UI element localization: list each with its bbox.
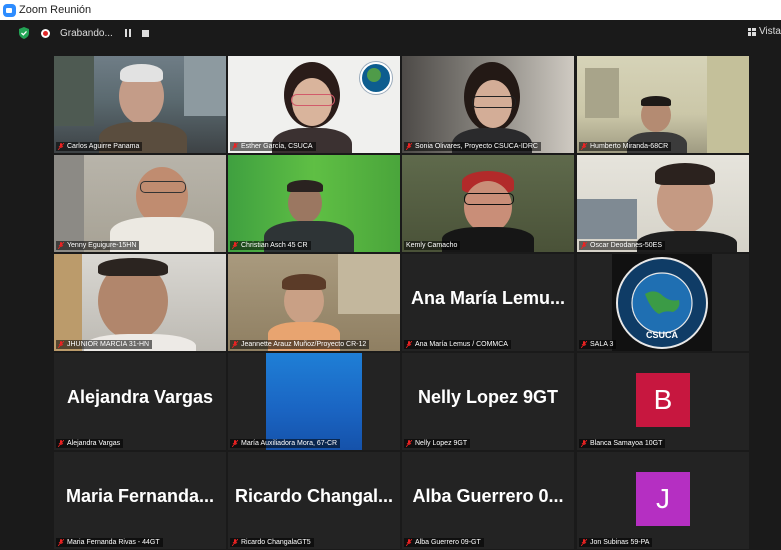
meeting-toolbar: Grabando... Vista (0, 20, 781, 46)
video-tile[interactable]: Humberto Miranda-68CR (577, 56, 749, 153)
active-speaker-tile[interactable]: Kemly Camacho (402, 155, 574, 252)
participant-name: Jeannette Arauz Muñoz/Proyecto CR-12 (230, 340, 370, 349)
participant-display-name: Ricardo Changal... (234, 486, 394, 506)
participant-name: Nelly Lopez 9GT (404, 439, 471, 448)
video-tile[interactable]: Maria Fernanda... Maria Fernanda Rivas -… (54, 452, 226, 549)
participant-name: SALA 3 (579, 340, 617, 349)
mic-muted-icon (581, 341, 587, 348)
participant-name: Kemly Camacho (404, 241, 461, 250)
video-tile[interactable]: Alba Guerrero 0... Alba Guerrero 09-GT (402, 452, 574, 549)
participant-name: María Auxiliadora Mora, 67-CR (230, 439, 341, 448)
view-button[interactable]: Vista (747, 26, 781, 37)
zoom-logo-icon (3, 3, 16, 17)
mic-muted-icon (58, 242, 64, 249)
video-tile[interactable]: Ricardo Changal... Ricardo ChangalaGT5 (228, 452, 400, 549)
participant-display-name: Maria Fernanda... (65, 486, 215, 506)
mic-muted-icon (232, 242, 238, 249)
video-tile[interactable]: J Jon Subinas 59-PA (577, 452, 749, 549)
participant-name: Carlos Aguirre Panama (56, 142, 143, 151)
pause-recording-button[interactable] (124, 29, 133, 37)
mic-muted-icon (581, 539, 587, 546)
video-tile[interactable]: Carlos Aguirre Panama (54, 56, 226, 153)
video-tile[interactable]: Yenny Eguigure-15HN (54, 155, 226, 252)
video-tile[interactable]: Ana María Lemu... Ana María Lemus / COMM… (402, 254, 574, 351)
csuca-logo: CSUCA (616, 257, 708, 349)
mic-muted-icon (232, 341, 238, 348)
window-title: Zoom Reunión (19, 4, 92, 16)
avatar: J (636, 472, 690, 526)
video-tile[interactable]: Oscar Deodanes-50ES (577, 155, 749, 252)
video-tile[interactable]: B Blanca Samayoa 10GT (577, 353, 749, 450)
mic-muted-icon (581, 242, 587, 249)
mic-muted-icon (232, 440, 238, 447)
video-tile[interactable]: CSUCA SALA 3 (577, 254, 749, 351)
mic-muted-icon (581, 143, 587, 150)
participant-display-name: Ana María Lemu... (410, 288, 566, 308)
video-tile[interactable]: Sonia Olivares, Proyecto CSUCA-IDRC (402, 56, 574, 153)
logo-text: CSUCA (646, 330, 679, 340)
mic-muted-icon (406, 143, 412, 150)
participant-name: JHUNIOR MARCIA 31-HN (56, 340, 153, 349)
mic-muted-icon (581, 440, 587, 447)
mic-muted-icon (58, 440, 64, 447)
mic-muted-icon (406, 539, 412, 546)
participant-display-name: Nelly Lopez 9GT (417, 387, 559, 407)
participant-name: Yenny Eguigure-15HN (56, 241, 140, 250)
participant-name: Jon Subinas 59-PA (579, 538, 653, 547)
video-tile[interactable]: María Auxiliadora Mora, 67-CR (228, 353, 400, 450)
participant-name: Blanca Samayoa 10GT (579, 439, 666, 448)
view-label: Vista (758, 26, 781, 37)
participant-name: Sonia Olivares, Proyecto CSUCA-IDRC (404, 142, 541, 151)
participant-name: Esther García, CSUCA (230, 142, 316, 151)
participant-name: Alejandra Vargas (56, 439, 124, 448)
video-tile[interactable]: Christian Asch 45 CR (228, 155, 400, 252)
video-tile[interactable]: Alejandra Vargas Alejandra Vargas (54, 353, 226, 450)
recording-label: Grabando... (60, 27, 113, 39)
mic-muted-icon (58, 143, 64, 150)
participant-name: Alba Guerrero 09-GT (404, 538, 484, 547)
mic-muted-icon (232, 143, 238, 150)
mic-muted-icon (406, 440, 412, 447)
participant-name: Christian Asch 45 CR (230, 241, 311, 250)
mic-muted-icon (58, 539, 64, 546)
recording-icon (41, 28, 50, 38)
stop-recording-button[interactable] (141, 29, 149, 37)
avatar: B (636, 373, 690, 427)
video-tile[interactable]: Jeannette Arauz Muñoz/Proyecto CR-12 (228, 254, 400, 351)
grid-view-icon (747, 27, 756, 36)
shield-icon[interactable] (19, 27, 29, 39)
mic-muted-icon (58, 341, 64, 348)
mic-muted-icon (232, 539, 238, 546)
participant-display-name: Alba Guerrero 0... (412, 486, 564, 506)
video-tile[interactable]: Nelly Lopez 9GT Nelly Lopez 9GT (402, 353, 574, 450)
mic-muted-icon (406, 341, 412, 348)
participant-name: Maria Fernanda Rivas - 44GT (56, 538, 163, 547)
participant-display-name: Alejandra Vargas (66, 387, 214, 407)
video-tile[interactable]: JHUNIOR MARCIA 31-HN (54, 254, 226, 351)
participant-name: Ricardo ChangalaGT5 (230, 538, 314, 547)
participant-name: Oscar Deodanes-50ES (579, 241, 665, 250)
participant-name: Humberto Miranda-68CR (579, 142, 672, 151)
title-bar: Zoom Reunión (0, 0, 781, 20)
video-tile[interactable]: Esther García, CSUCA (228, 56, 400, 153)
participant-name: Ana María Lemus / COMMCA (404, 340, 511, 349)
